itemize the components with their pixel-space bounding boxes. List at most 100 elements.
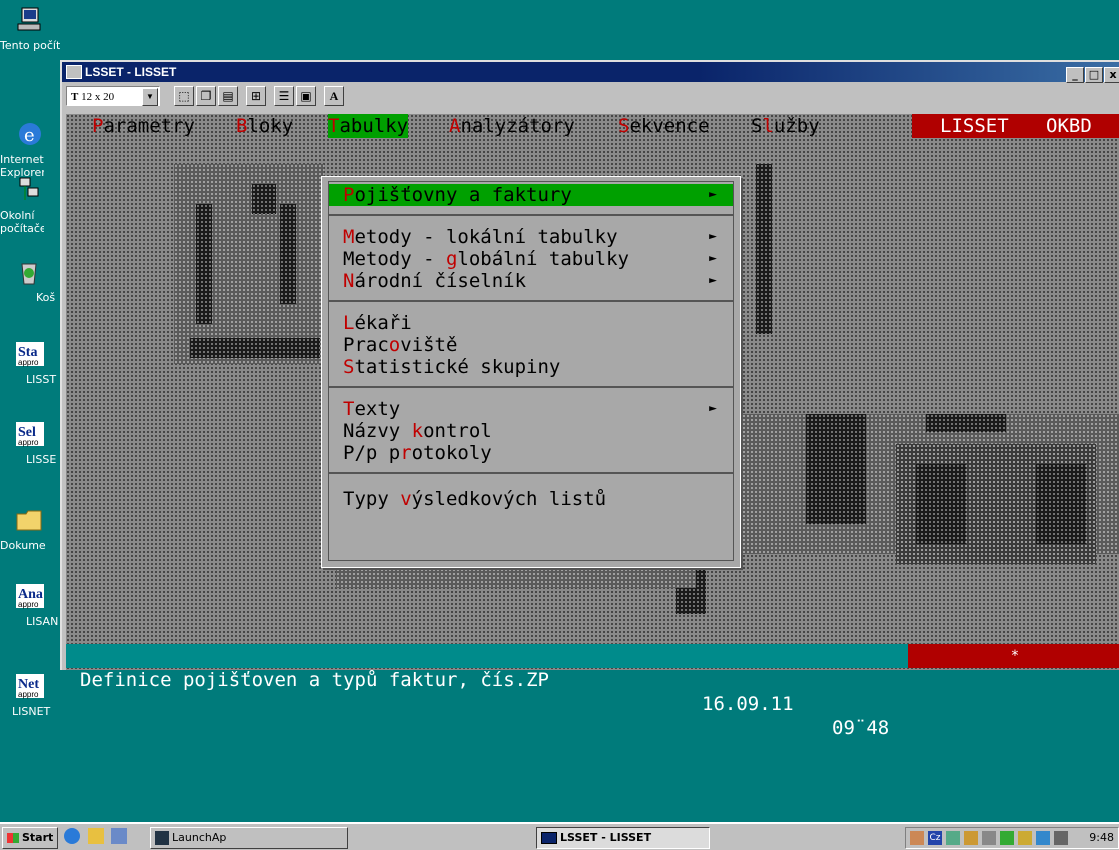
status-indicator: * bbox=[908, 644, 1119, 668]
terminal-menubar: Parametry Bloky Tabulky Analyzátory Sekv… bbox=[66, 114, 1119, 138]
system-info-box: LISSET OKBD bbox=[912, 114, 1119, 138]
menu-separator bbox=[329, 214, 733, 216]
system-tray: Cz 9:48 bbox=[905, 827, 1119, 849]
terminal-status-bar: Definice pojišťoven a typů faktur, čís.Z… bbox=[66, 644, 1119, 739]
shortcut-icon: Selappro bbox=[16, 422, 44, 447]
close-button[interactable]: x bbox=[1104, 67, 1119, 83]
copy-icon: ❐ bbox=[200, 89, 212, 103]
font-button[interactable]: A bbox=[324, 86, 344, 106]
start-button[interactable]: Start bbox=[2, 827, 58, 849]
internet-explorer-icon[interactable] bbox=[64, 828, 80, 844]
desktop-icon-lisst[interactable]: Sta appro LISST bbox=[0, 340, 60, 386]
tray-icon[interactable] bbox=[1054, 831, 1068, 845]
menu-separator bbox=[329, 300, 733, 302]
submenu-arrow-icon: ► bbox=[709, 229, 717, 244]
menu-bloky[interactable]: Bloky bbox=[236, 114, 293, 138]
network-icon bbox=[19, 177, 39, 200]
tray-icon[interactable] bbox=[1000, 831, 1014, 845]
fullscreen-icon: ⊞ bbox=[250, 89, 262, 103]
tray-icon[interactable] bbox=[1036, 831, 1050, 845]
window-icon: ▣ bbox=[300, 89, 312, 103]
menu-separator bbox=[329, 386, 733, 388]
clock[interactable]: 9:48 bbox=[1089, 831, 1114, 844]
console-icon bbox=[541, 832, 557, 844]
marquee-icon: ⬚ bbox=[178, 89, 190, 103]
task-lsset[interactable]: LSSET - LISSET bbox=[536, 827, 710, 849]
window-controls: _ □ x bbox=[1065, 64, 1119, 84]
maximize-button[interactable]: □ bbox=[1085, 67, 1103, 83]
svg-text:e: e bbox=[24, 125, 35, 146]
menu-item-pojistovny[interactable]: Pojišťovny a faktury ► bbox=[329, 184, 733, 206]
taskbar: Start LaunchAp LSSET - LISSET Cz 9:48 bbox=[0, 822, 1119, 850]
tray-icon[interactable] bbox=[1018, 831, 1032, 845]
menu-sluzby[interactable]: Služby bbox=[751, 114, 820, 138]
menu-item-metody-globalni[interactable]: Metody - globální tabulky ► bbox=[343, 248, 733, 270]
fullscreen-button[interactable]: ⊞ bbox=[246, 86, 266, 106]
volume-icon[interactable] bbox=[982, 831, 996, 845]
menu-item-narodni-ciselnik[interactable]: Národní číselník ► bbox=[343, 270, 733, 292]
internet-explorer-icon: e bbox=[19, 123, 41, 146]
menu-analyzatory[interactable]: Analyzátory bbox=[449, 114, 575, 138]
language-icon[interactable]: Cz bbox=[928, 831, 942, 845]
terminal-screen[interactable]: Parametry Bloky Tabulky Analyzátory Sekv… bbox=[66, 114, 1119, 739]
menu-separator bbox=[329, 472, 733, 474]
desktop-icon-my-computer[interactable]: Tento počítač bbox=[0, 6, 60, 52]
chevron-down-icon[interactable]: ▼ bbox=[142, 88, 158, 106]
status-text: Definice pojišťoven a typů faktur, čís.Z… bbox=[80, 669, 549, 691]
menu-sekvence[interactable]: Sekvence bbox=[618, 114, 710, 138]
shortcut-icon: Staappro bbox=[16, 342, 44, 367]
tray-app-icon[interactable] bbox=[910, 831, 924, 845]
tray-icon[interactable] bbox=[964, 831, 978, 845]
menu-item-statisticke-skupiny[interactable]: Statistické skupiny bbox=[343, 356, 560, 378]
menu-item-nazvy-kontrol[interactable]: Názvy kontrol bbox=[343, 420, 492, 442]
submenu-arrow-icon: ► bbox=[709, 401, 717, 416]
app-icon bbox=[155, 831, 169, 845]
outlook-icon[interactable] bbox=[87, 828, 104, 844]
menu-tabulky[interactable]: Tabulky bbox=[328, 114, 409, 138]
network-tray-icon[interactable] bbox=[946, 831, 960, 845]
submenu-arrow-icon: ► bbox=[709, 187, 717, 202]
properties-button[interactable]: ☰ bbox=[274, 86, 294, 106]
desktop-icon-network[interactable]: Okolní počítače bbox=[0, 176, 60, 237]
font-size-select[interactable]: T 12 x 20 ▼ bbox=[66, 86, 160, 106]
menu-item-pp-protokoly[interactable]: P/p protokoly bbox=[343, 442, 492, 464]
recycle-bin-icon bbox=[21, 263, 37, 285]
windows-logo-icon bbox=[7, 833, 19, 843]
svg-text:appro: appro bbox=[18, 600, 39, 609]
status-time: 09¨48 bbox=[832, 717, 890, 739]
computer-icon bbox=[17, 7, 41, 31]
minimize-button[interactable]: _ bbox=[1066, 67, 1084, 83]
shortcut-icon: Anaappro bbox=[16, 584, 44, 609]
font-icon: T bbox=[71, 91, 79, 103]
menu-item-typy-vysledkovych-listu[interactable]: Typy výsledkových listů bbox=[343, 488, 606, 510]
desktop-icon-recycle-bin[interactable]: Koš bbox=[0, 258, 60, 304]
menu-parametry[interactable]: Parametry bbox=[92, 114, 195, 138]
submenu-arrow-icon: ► bbox=[709, 273, 717, 288]
window-title: LSSET - LISSET bbox=[85, 65, 177, 79]
mark-button[interactable]: ⬚ bbox=[174, 86, 194, 106]
desktop-icon-lisan[interactable]: Ana appro LISAN bbox=[0, 582, 60, 628]
menu-item-pracoviste[interactable]: Pracoviště bbox=[343, 334, 457, 356]
menu-item-lekari[interactable]: Lékaři bbox=[343, 312, 412, 334]
status-date: 16.09.11 bbox=[702, 693, 794, 715]
window-titlebar[interactable]: LSSET - LISSET _ □ x bbox=[62, 62, 1119, 84]
desktop-icon-documents[interactable]: Dokume bbox=[0, 506, 60, 552]
menu-item-metody-lokalni[interactable]: Metody - lokální tabulky ► bbox=[343, 226, 733, 248]
desktop-icon-lisse[interactable]: Sel appro LISSE bbox=[0, 420, 60, 466]
folder-icon bbox=[16, 510, 42, 531]
desktop-icon-internet-explorer[interactable]: e Internet Explorer bbox=[0, 120, 60, 181]
properties-icon: ☰ bbox=[278, 89, 290, 103]
background-button[interactable]: ▣ bbox=[296, 86, 316, 106]
copy-button[interactable]: ❐ bbox=[196, 86, 216, 106]
svg-text:appro: appro bbox=[18, 438, 39, 447]
svg-text:appro: appro bbox=[18, 358, 39, 367]
paste-button[interactable]: ▤ bbox=[218, 86, 238, 106]
task-launchap[interactable]: LaunchAp bbox=[150, 827, 348, 849]
window-app-icon bbox=[66, 64, 82, 79]
tabulky-dropdown: Pojišťovny a faktury ► Metody - lokální t… bbox=[321, 176, 741, 568]
show-desktop-icon[interactable] bbox=[111, 828, 127, 844]
paste-icon: ▤ bbox=[222, 89, 234, 103]
quick-launch bbox=[64, 828, 127, 847]
menu-item-texty[interactable]: Texty ► bbox=[343, 398, 733, 420]
desktop-icon-lisnet[interactable]: Net appro LISNET bbox=[0, 672, 60, 718]
